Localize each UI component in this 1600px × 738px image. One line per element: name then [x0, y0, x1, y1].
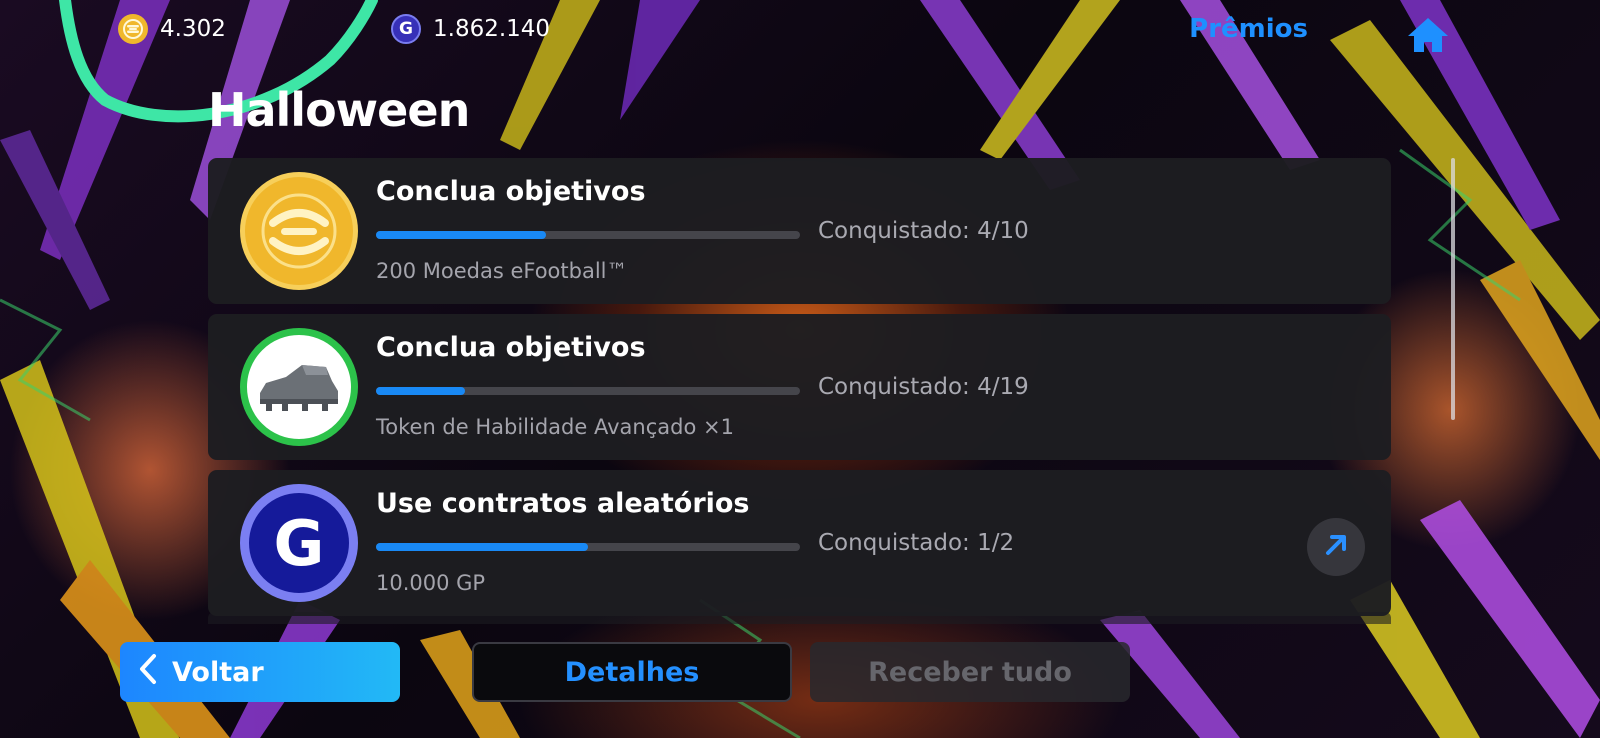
- back-label: Voltar: [172, 656, 264, 688]
- home-icon[interactable]: [1406, 16, 1450, 58]
- arrow-up-right-icon: [1323, 532, 1349, 562]
- efootball-coin-icon: [118, 14, 148, 44]
- coins-balance: 4.302: [118, 14, 226, 44]
- objective-card[interactable]: Conclua objetivos Conquistado: 4/19 Toke…: [208, 314, 1391, 460]
- page-title: Halloween: [208, 83, 470, 137]
- gp-icon: G: [240, 484, 358, 602]
- rewards-link[interactable]: Prêmios: [1189, 14, 1308, 44]
- progress-bar: [376, 387, 800, 395]
- objective-title: Conclua objetivos: [376, 332, 646, 363]
- coins-value: 4.302: [160, 16, 226, 42]
- progress-count: Conquistado: 1/2: [818, 530, 1015, 556]
- gp-icon: G: [391, 14, 421, 44]
- go-to-objective-button[interactable]: [1307, 518, 1365, 576]
- back-button[interactable]: Voltar: [120, 642, 400, 702]
- receive-all-button[interactable]: Receber tudo: [810, 642, 1130, 702]
- next-card-peek: [208, 612, 1391, 624]
- gp-symbol: G: [273, 506, 325, 580]
- objective-card[interactable]: Conclua objetivos Conquistado: 4/10 200 …: [208, 158, 1391, 304]
- progress-bar: [376, 543, 800, 551]
- details-button[interactable]: Detalhes: [472, 642, 792, 702]
- efootball-coin-icon: [240, 172, 358, 290]
- objective-card[interactable]: G Use contratos aleatórios Conquistado: …: [208, 470, 1391, 616]
- reward-label: 200 Moedas eFootball™: [376, 259, 628, 283]
- chevron-left-icon: [138, 653, 158, 692]
- objective-title: Use contratos aleatórios: [376, 488, 750, 519]
- progress-count: Conquistado: 4/10: [818, 218, 1029, 244]
- gp-value: 1.862.140: [433, 16, 551, 42]
- progress-bar: [376, 231, 800, 239]
- objective-title: Conclua objetivos: [376, 176, 646, 207]
- reward-label: Token de Habilidade Avançado ×1: [376, 415, 734, 439]
- boot-icon: [240, 328, 358, 446]
- gp-balance: G 1.862.140: [391, 14, 550, 44]
- list-scrollbar[interactable]: [1451, 158, 1455, 420]
- reward-label: 10.000 GP: [376, 571, 486, 595]
- progress-count: Conquistado: 4/19: [818, 374, 1029, 400]
